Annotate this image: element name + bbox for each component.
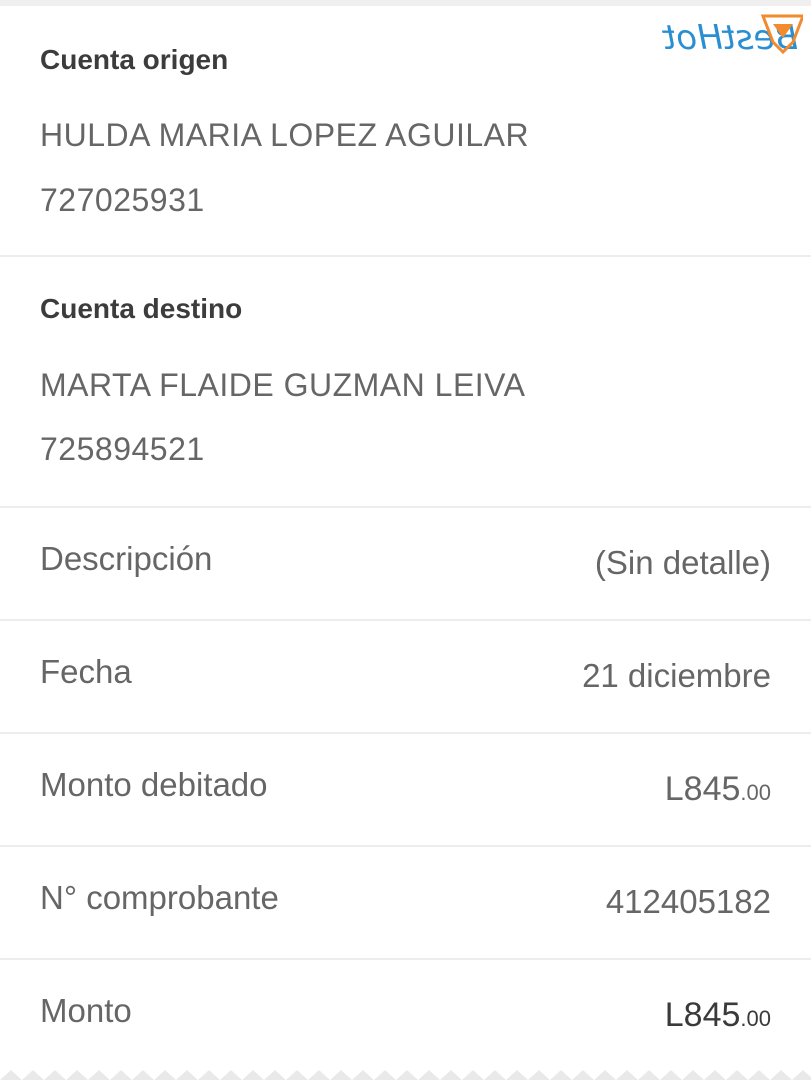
- origin-account-number: 727025931: [40, 182, 205, 218]
- receipt-number-row: N° comprobante 412405182: [0, 847, 811, 960]
- origin-account-name: HULDA MARIA LOPEZ AGUILAR: [40, 117, 530, 153]
- destination-account-number: 725894521: [40, 431, 205, 467]
- debited-amount-row: Monto debitado L845.00: [0, 734, 811, 847]
- amount-label: Monto: [40, 992, 132, 1029]
- date-value: 21 diciembre: [582, 657, 771, 694]
- amount-cents: .00: [740, 1006, 771, 1031]
- description-label: Descripción: [40, 540, 213, 577]
- debited-amount-main: L845: [664, 770, 741, 808]
- origin-account-section: Cuenta origen HULDA MARIA LOPEZ AGUILAR …: [0, 6, 811, 257]
- amount-value: L845.00: [665, 996, 771, 1035]
- description-value: (Sin detalle): [594, 544, 771, 581]
- amount-row: Monto L845.00: [0, 960, 811, 1068]
- receipt-zigzag-edge: [0, 1068, 811, 1080]
- receipt-number-label: N° comprobante: [40, 879, 279, 916]
- amount-main: L845: [664, 996, 741, 1034]
- date-label: Fecha: [40, 653, 132, 690]
- debited-amount-label: Monto debitado: [40, 766, 268, 803]
- date-row: Fecha 21 diciembre: [0, 621, 811, 734]
- description-row: Descripción (Sin detalle): [0, 508, 811, 621]
- debited-amount-cents: .00: [740, 780, 771, 805]
- destination-account-title: Cuenta destino: [40, 293, 243, 324]
- destination-account-name: MARTA FLAIDE GUZMAN LEIVA: [40, 367, 526, 403]
- origin-account-title: Cuenta origen: [40, 44, 229, 75]
- destination-account-section: Cuenta destino MARTA FLAIDE GUZMAN LEIVA…: [0, 257, 811, 508]
- receipt-number-value: 412405182: [605, 883, 771, 920]
- debited-amount-value: L845.00: [665, 770, 771, 809]
